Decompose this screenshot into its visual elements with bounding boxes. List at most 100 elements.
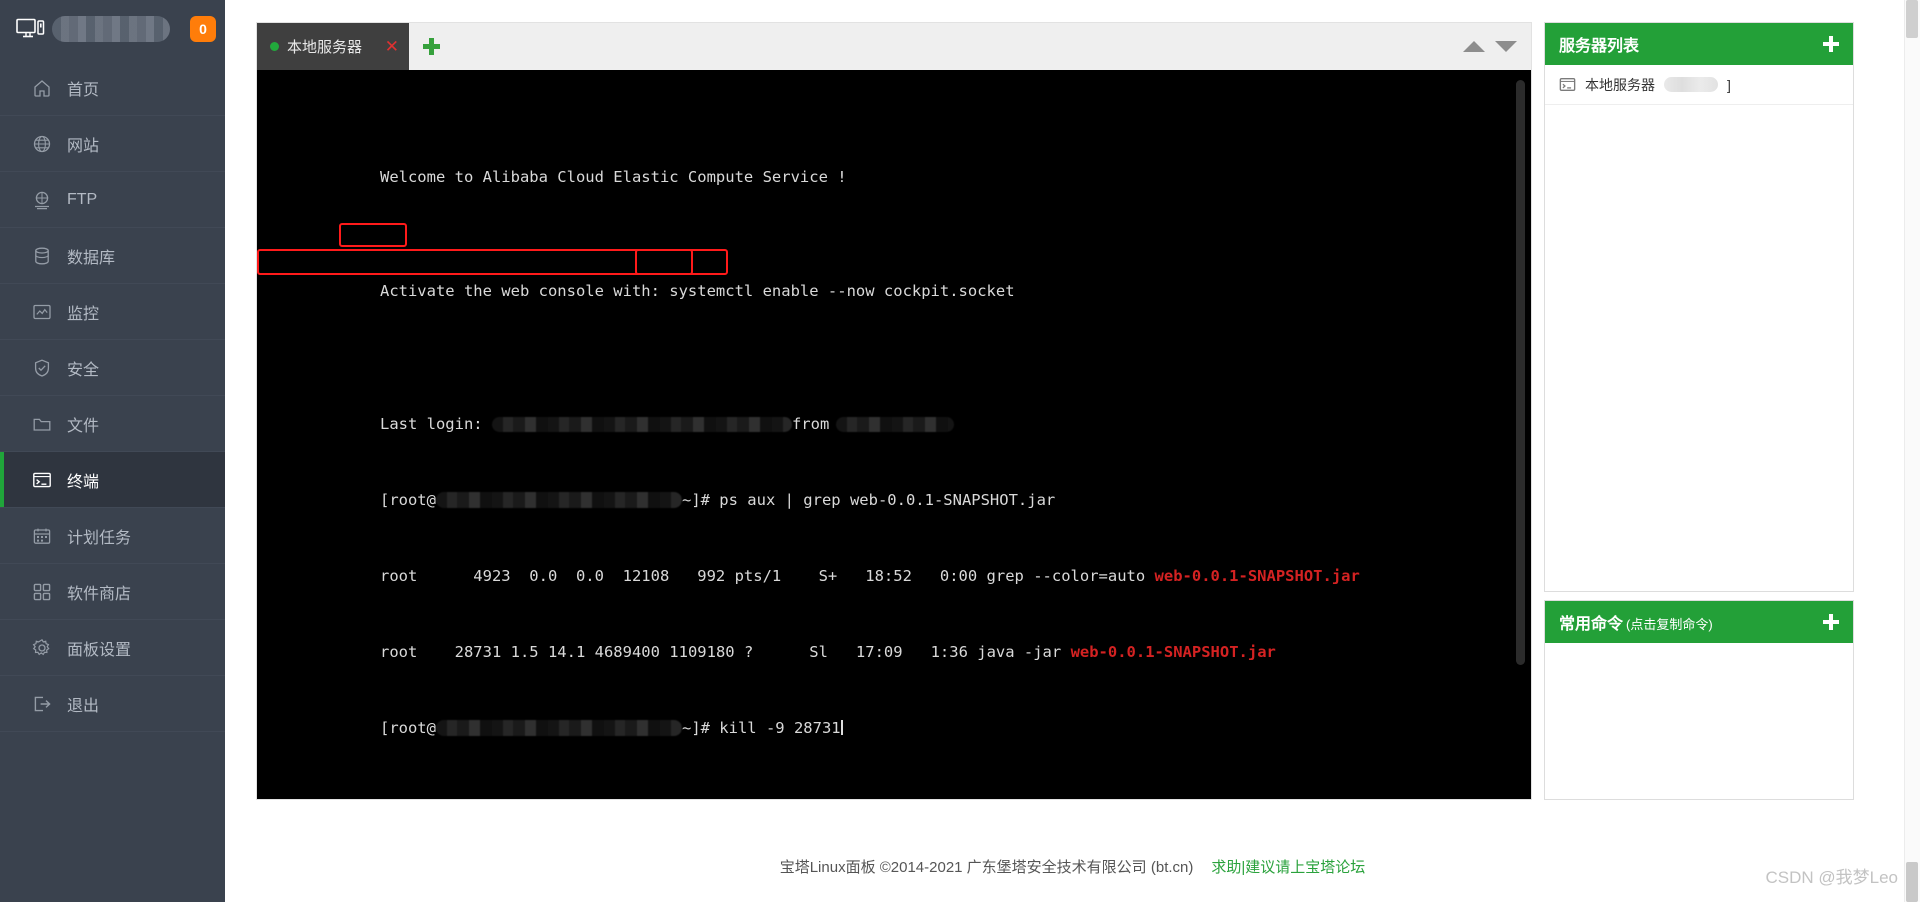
sidebar-item-label: 文件: [67, 417, 100, 435]
scroll-up-icon[interactable]: [1463, 41, 1485, 52]
sidebar-item-label: 监控: [67, 305, 100, 323]
sidebar-item-label: 网站: [67, 137, 100, 155]
sidebar-item-terminal[interactable]: 终端: [0, 452, 225, 508]
bt-panel-app: 0 首页 网站 FTP 数据库 监控 安全 文件 终端 计划任务 软件商店 面板…: [0, 0, 1920, 902]
console-text: Welcome to Alibaba Cloud Elastic Compute…: [379, 168, 847, 186]
redacted-hostname: [435, 720, 682, 736]
computer-icon: [16, 18, 45, 38]
sidebar-item-database[interactable]: 数据库: [0, 228, 225, 284]
common-commands-title: 常用命令: [1559, 616, 1624, 633]
console-pid-value: 28731: [454, 643, 502, 661]
add-server-button[interactable]: [1809, 23, 1853, 65]
redacted-server-address: [1664, 77, 1718, 92]
tab-title: 本地服务器: [287, 39, 363, 56]
tab-status-dot: [270, 42, 279, 51]
common-commands-subtitle: (点击复制命令): [1626, 617, 1713, 632]
console-text-highlight: web-0.0.1-SNAPSHOT.jar: [1154, 567, 1360, 585]
sidebar-item-logout[interactable]: 退出: [0, 676, 225, 732]
console-text: from: [791, 415, 830, 433]
sidebar-item-cron[interactable]: 计划任务: [0, 508, 225, 564]
console-text-highlight: web-0.0.1-SNAPSHOT.jar: [1070, 643, 1276, 661]
terminal-tabbar: 本地服务器 ✕: [257, 23, 1531, 70]
sidebar-item-website[interactable]: 网站: [0, 116, 225, 172]
sidebar-item-home[interactable]: 首页: [0, 60, 225, 116]
page-scrollbar-thumb-bottom[interactable]: [1906, 862, 1918, 902]
plus-icon: [1823, 36, 1839, 52]
logout-icon: [34, 696, 51, 711]
console-text: root: [379, 643, 455, 661]
close-icon[interactable]: ✕: [385, 38, 399, 55]
console-line-last-login: Last login: from: [268, 396, 1531, 433]
sidebar-item-security[interactable]: 安全: [0, 340, 225, 396]
console-line-prompt-kill: [root@ ~]# kill -9 28731: [268, 700, 1531, 737]
terminal-console[interactable]: Welcome to Alibaba Cloud Elastic Compute…: [257, 70, 1531, 799]
sidebar-item-label: 软件商店: [67, 585, 132, 603]
watermark: CSDN @我梦Leo: [1765, 868, 1898, 887]
sidebar-item-label: FTP: [67, 190, 98, 208]
footer-copyright: 宝塔Linux面板 ©2014-2021 广东堡塔安全技术有限公司 (bt.cn…: [779, 858, 1194, 876]
sidebar-item-label: 计划任务: [67, 529, 132, 547]
server-list-item[interactable]: 本地服务器 ]: [1545, 65, 1853, 105]
monitor-icon: [33, 304, 51, 319]
common-commands-panel: 常用命令 (点击复制命令): [1544, 600, 1854, 800]
sidebar-item-app-store[interactable]: 软件商店: [0, 564, 225, 620]
server-name-suffix: ]: [1727, 76, 1731, 93]
terminal-icon: [1559, 78, 1576, 91]
common-commands-header: 常用命令 (点击复制命令): [1545, 601, 1853, 643]
notification-badge[interactable]: 0: [190, 16, 216, 42]
add-command-button[interactable]: [1809, 601, 1853, 643]
scroll-down-icon[interactable]: [1495, 41, 1517, 52]
console-line-ps-java: root 28731 1.5 14.1 4689400 1109180 ? Sl…: [268, 624, 1531, 661]
plus-icon: [1823, 614, 1839, 630]
console-line-ps-grep: root 4923 0.0 0.0 12108 992 pts/1 S+ 18:…: [268, 548, 1531, 585]
content-wrapper: 本地服务器 ✕ Welcome to Alibaba Cloud Elastic…: [256, 22, 1920, 830]
server-list-header: 服务器列表: [1545, 23, 1853, 65]
sidebar-item-label: 数据库: [67, 249, 116, 267]
cursor-block: [840, 720, 843, 735]
console-text: Last login:: [379, 415, 492, 433]
sidebar-item-label: 面板设置: [67, 641, 132, 659]
sidebar-item-panel-settings[interactable]: 面板设置: [0, 620, 225, 676]
console-scrollbar-thumb[interactable]: [1516, 80, 1525, 665]
sidebar-item-monitor[interactable]: 监控: [0, 284, 225, 340]
sidebar-header: 0: [0, 0, 225, 58]
database-icon: [35, 247, 49, 264]
sidebar-item-files[interactable]: 文件: [0, 396, 225, 452]
sidebar-nav: 首页 网站 FTP 数据库 监控 安全 文件 终端 计划任务 软件商店 面板设置…: [0, 60, 225, 732]
console-text: root 4923 0.0 0.0 12108 992 pts/1 S+ 18:…: [379, 567, 1155, 585]
footer: 宝塔Linux面板 ©2014-2021 广东堡塔安全技术有限公司 (bt.cn…: [225, 830, 1920, 902]
shield-icon: [34, 358, 50, 377]
terminal-tab-local-server[interactable]: 本地服务器 ✕: [257, 23, 409, 70]
server-list-panel: 服务器列表 本地服务器 ]: [1544, 22, 1854, 592]
server-list-title: 服务器列表: [1559, 38, 1640, 55]
console-scrollbar[interactable]: [1516, 80, 1525, 789]
plus-icon: [422, 38, 440, 55]
console-text: 1.5 14.1 4689400 1109180 ? Sl 17:09 1:36…: [501, 643, 1071, 661]
redacted-login-ip: [836, 417, 955, 432]
terminal-panel: 本地服务器 ✕ Welcome to Alibaba Cloud Elastic…: [256, 22, 1532, 800]
console-text: ~]# ps aux | grep web-0.0.1-SNAPSHOT.jar: [681, 491, 1056, 509]
tab-scroll-controls: [1463, 23, 1517, 70]
redacted-hostname: [435, 492, 682, 508]
main-area: 本地服务器 ✕ Welcome to Alibaba Cloud Elastic…: [225, 0, 1920, 902]
annotation-box-pid-column: [339, 223, 407, 247]
calendar-icon: [33, 528, 51, 544]
folder-icon: [33, 418, 51, 431]
add-tab-button[interactable]: [409, 23, 453, 70]
console-text: ~]# kill -9: [681, 719, 794, 737]
console-kill-pid-value: 28731: [793, 719, 841, 737]
terminal-icon: [33, 472, 51, 487]
home-icon: [34, 79, 50, 97]
redacted-login-time: [491, 417, 792, 432]
gear-icon: [32, 638, 50, 655]
sidebar-item-label: 安全: [67, 361, 100, 379]
sidebar-item-ftp[interactable]: FTP: [0, 172, 225, 228]
common-commands-title-wrap: 常用命令 (点击复制命令): [1559, 610, 1713, 634]
sidebar: 0 首页 网站 FTP 数据库 监控 安全 文件 终端 计划任务 软件商店 面板…: [0, 0, 225, 902]
page-scrollbar-thumb-top[interactable]: [1906, 0, 1918, 38]
page-scrollbar[interactable]: [1904, 0, 1920, 902]
footer-forum-link[interactable]: 求助|建议请上宝塔论坛: [1211, 856, 1365, 877]
console-text: Activate the web console with: systemctl…: [379, 282, 1015, 300]
